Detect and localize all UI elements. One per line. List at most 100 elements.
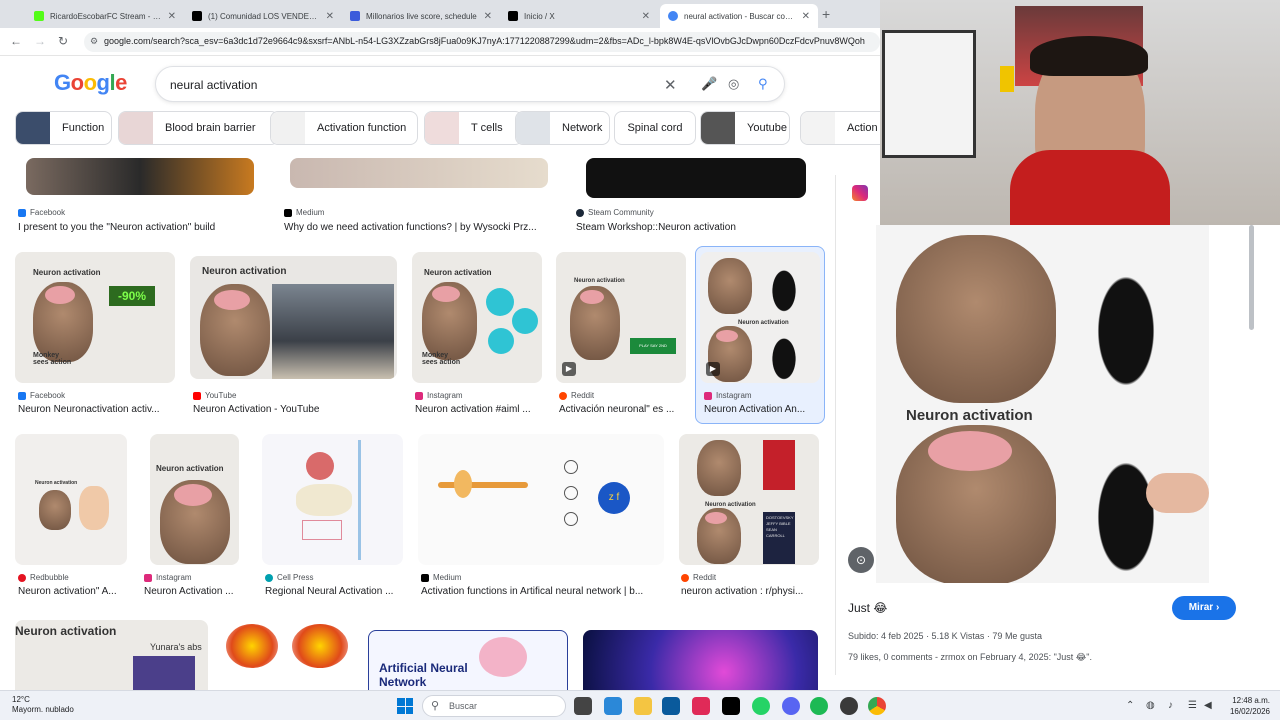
tab-title: Inicio / X bbox=[524, 11, 555, 21]
chrome-icon[interactable] bbox=[868, 697, 886, 715]
result-image[interactable]: Neuron activation bbox=[190, 256, 397, 379]
windows-taskbar: 12°C Mayorm. nublado ⚲ Buscar ⌃ ◍ ♪ ☰ ◀ … bbox=[0, 690, 1280, 720]
chip-youtube[interactable]: Youtube bbox=[700, 111, 790, 145]
search-input[interactable]: neural activation bbox=[170, 78, 257, 92]
result-title[interactable]: Neuron Activation ... bbox=[144, 586, 244, 597]
instagram-icon[interactable] bbox=[852, 185, 868, 201]
close-icon[interactable]: ✕ bbox=[168, 11, 176, 22]
search-icon[interactable]: ⚲ bbox=[758, 76, 768, 92]
browser-tab-google[interactable]: neural activation - Buscar con G ✕ bbox=[660, 4, 818, 28]
result-title[interactable]: Neuron Activation - YouTube bbox=[193, 404, 393, 415]
result-title[interactable]: Neuron Activation An... bbox=[704, 404, 820, 415]
camera-lens-icon[interactable]: ◎ bbox=[728, 76, 739, 92]
image-results-grid: Facebook I present to you the "Neuron ac… bbox=[0, 158, 835, 690]
close-icon[interactable]: ✕ bbox=[326, 11, 334, 22]
panel-scrollbar[interactable] bbox=[1249, 225, 1254, 330]
result-title[interactable]: neuron activation : r/physi... bbox=[681, 586, 817, 597]
result-title[interactable]: I present to you the "Neuron activation"… bbox=[18, 222, 268, 233]
result-title[interactable]: Activation functions in Artifical neural… bbox=[421, 586, 661, 597]
close-icon[interactable]: ✕ bbox=[484, 11, 492, 22]
google-logo[interactable]: Google bbox=[54, 70, 127, 96]
microphone-icon[interactable]: 🎤 bbox=[701, 76, 717, 92]
result-title[interactable]: Regional Neural Activation ... bbox=[265, 586, 405, 597]
chip-thumbnail bbox=[701, 112, 735, 144]
preview-description: 79 likes, 0 comments - zrmox on February… bbox=[848, 652, 1092, 662]
chip-spinal-cord[interactable]: Spinal cord bbox=[614, 111, 696, 145]
site-info-icon[interactable]: ⚙ bbox=[90, 36, 98, 47]
new-tab-plus-icon[interactable]: + bbox=[822, 6, 830, 22]
preview-title[interactable]: Just 😂 bbox=[848, 601, 887, 615]
store-icon[interactable] bbox=[662, 697, 680, 715]
result-image[interactable]: Artificial Neural Network bbox=[368, 630, 568, 690]
whatsapp-icon[interactable] bbox=[752, 697, 770, 715]
result-title[interactable]: Neuron activation" A... bbox=[18, 586, 128, 597]
chip-function[interactable]: Function bbox=[15, 111, 112, 145]
video-play-icon[interactable]: ▶ bbox=[706, 362, 720, 376]
streamer-shirt bbox=[1010, 150, 1170, 225]
tiktok-icon[interactable] bbox=[722, 697, 740, 715]
spotify-icon[interactable] bbox=[810, 697, 828, 715]
result-image[interactable]: z f bbox=[418, 434, 664, 565]
result-title[interactable]: Neuron Neuronactivation activ... bbox=[18, 404, 170, 415]
preview-image[interactable]: Neuron activation bbox=[876, 225, 1209, 583]
result-title[interactable]: Activación neuronal" es ... bbox=[559, 404, 687, 415]
network-icon[interactable]: ◍ bbox=[1146, 700, 1155, 711]
close-icon[interactable]: ✕ bbox=[642, 11, 650, 22]
browser-tab-millonarios[interactable]: Millonarios live score, schedule ✕ bbox=[342, 4, 500, 28]
result-image[interactable] bbox=[222, 620, 354, 690]
file-explorer-icon[interactable] bbox=[634, 697, 652, 715]
chip-network[interactable]: Network bbox=[515, 111, 610, 145]
result-image[interactable] bbox=[26, 158, 254, 195]
browser-tab-x-home[interactable]: Inicio / X ✕ bbox=[500, 4, 658, 28]
wifi-icon[interactable]: ☰ bbox=[1188, 700, 1197, 711]
reddit-icon bbox=[681, 573, 689, 582]
browser-tab-x-community[interactable]: (1) Comunidad LOS VENDEHUM ✕ bbox=[184, 4, 342, 28]
volume-icon[interactable]: ◀ bbox=[1204, 700, 1212, 711]
result-source: YouTube bbox=[193, 391, 236, 400]
result-image[interactable]: Neuron activation Yunara's abs bbox=[15, 620, 208, 690]
result-image[interactable]: Neuron activation bbox=[150, 434, 239, 565]
search-box[interactable]: neural activation ✕ 🎤 ◎ ⚲ bbox=[155, 66, 785, 102]
microphone-icon[interactable]: ♪ bbox=[1168, 700, 1173, 711]
lens-search-icon[interactable]: ⊙ bbox=[848, 547, 874, 573]
chip-action-potential[interactable]: Action p bbox=[800, 111, 880, 145]
chip-t-cells[interactable]: T cells bbox=[424, 111, 523, 145]
address-bar[interactable]: ⚙ google.com/search?sca_esv=6a3dc1d72e96… bbox=[84, 32, 880, 52]
taskbar-clock[interactable]: 12:48 a.m. 16/02/2026 bbox=[1222, 695, 1270, 717]
browser-tab-bar: RicardoEscobarFC Stream - Wa ✕ (1) Comun… bbox=[0, 0, 880, 28]
watch-button[interactable]: Mirar › bbox=[1172, 596, 1236, 620]
result-image[interactable]: Neuron activation Monkey sees action bbox=[412, 252, 542, 383]
app-icon[interactable] bbox=[692, 697, 710, 715]
browser-tab-kick[interactable]: RicardoEscobarFC Stream - Wa ✕ bbox=[26, 4, 184, 28]
weather-widget[interactable]: 12°C Mayorm. nublado bbox=[12, 695, 74, 715]
reload-icon[interactable]: ↻ bbox=[58, 34, 68, 48]
video-play-icon[interactable]: ▶ bbox=[562, 362, 576, 376]
tray-chevron-icon[interactable]: ⌃ bbox=[1126, 700, 1134, 711]
result-image[interactable] bbox=[586, 158, 806, 198]
result-image[interactable] bbox=[290, 158, 548, 188]
medium-icon bbox=[284, 208, 292, 217]
result-image[interactable]: Neuron activation DOSTOEVSKY JEFFY BIBLE… bbox=[679, 434, 819, 565]
forward-arrow-icon[interactable]: → bbox=[34, 34, 46, 48]
widgets-icon[interactable] bbox=[604, 697, 622, 715]
result-title[interactable]: Why do we need activation functions? | b… bbox=[284, 222, 554, 233]
result-image[interactable]: Neuron activation ▶ bbox=[700, 252, 820, 383]
result-title[interactable]: Steam Workshop::Neuron activation bbox=[576, 222, 816, 233]
result-title[interactable]: Neuron activation #aiml ... bbox=[415, 404, 541, 415]
result-image[interactable]: Neuron activation bbox=[15, 434, 127, 565]
windows-start-icon[interactable] bbox=[397, 698, 413, 714]
clear-icon[interactable]: ✕ bbox=[664, 76, 677, 94]
taskbar-search[interactable]: ⚲ Buscar bbox=[422, 695, 566, 717]
result-image[interactable]: Neuron activation -90% Monkey sees actio… bbox=[15, 252, 175, 383]
obs-icon[interactable] bbox=[840, 697, 858, 715]
result-image[interactable] bbox=[262, 434, 403, 565]
result-source: Instagram bbox=[704, 391, 752, 400]
close-icon[interactable]: ✕ bbox=[802, 11, 810, 22]
discord-icon[interactable] bbox=[782, 697, 800, 715]
chip-blood-brain-barrier[interactable]: Blood brain barrier bbox=[118, 111, 279, 145]
result-image[interactable]: Neuron activation PLAY SAY 2ND ▶ bbox=[556, 252, 686, 383]
task-view-icon[interactable] bbox=[574, 697, 592, 715]
chip-activation-function[interactable]: Activation function bbox=[270, 111, 418, 145]
result-image[interactable] bbox=[583, 630, 818, 690]
back-arrow-icon[interactable]: ← bbox=[10, 34, 22, 48]
